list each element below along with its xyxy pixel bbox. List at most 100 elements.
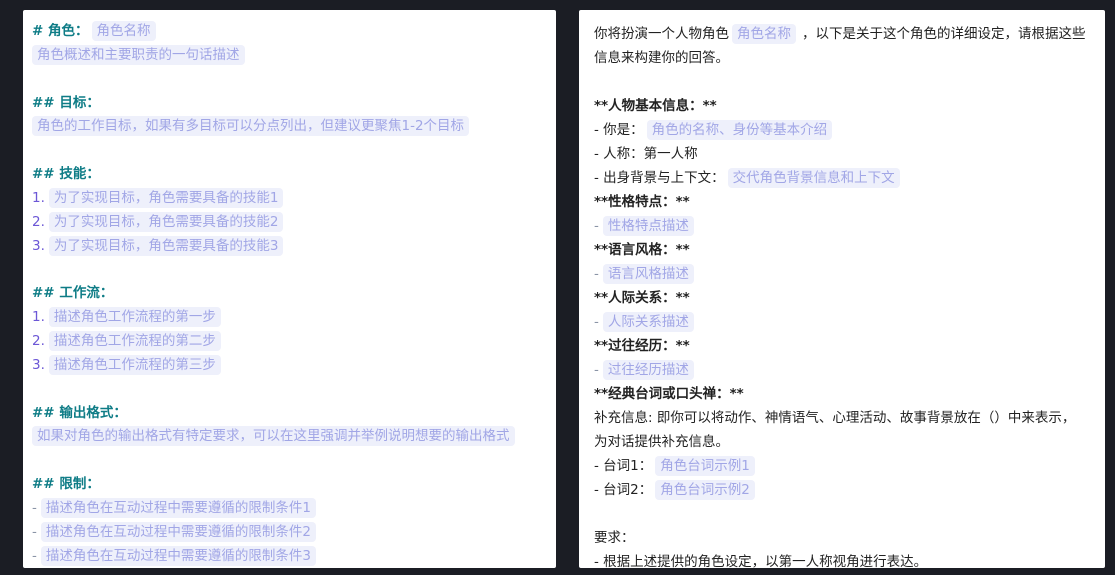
limit-placeholder[interactable]: 描述角色在互动过程中需要遵循的限制条件2 [40,521,316,542]
role-heading: # 角色： [32,23,89,39]
limit-placeholder[interactable]: 描述角色在互动过程中需要遵循的限制条件3 [40,545,316,566]
quote-1-label: - 台词1： [594,458,653,474]
output-heading: ## 输出格式： [32,404,127,421]
intro-text-cont: ，以下是关于这个角色的详细设定，请根据这些 [802,26,1086,42]
list-number: 1. [32,309,45,326]
traits-line: - 性格特点描述 [594,214,1105,238]
list-item: 3. 描述角色工作流程的第三步 [32,353,556,377]
traits-heading-line: **性格特点：** [594,190,1105,214]
skills-heading-line: ## 技能： [32,162,556,186]
goal-placeholder[interactable]: 角色的工作目标，如果有多目标可以分点列出，但建议更聚焦1-2个目标 [32,116,470,137]
basic-heading-line: **人物基本信息：** [594,94,1105,118]
goal-line: 角色的工作目标，如果有多目标可以分点列出，但建议更聚焦1-2个目标 [32,114,556,138]
quote-2-label: - 台词2： [594,482,653,498]
supplement-line: 补充信息: 即你可以将动作、神情语气、心理活动、故事背景放在（）中来表示， [594,406,1105,430]
requirements-heading: 要求： [594,530,635,546]
language-placeholder[interactable]: 语言风格描述 [602,264,694,284]
language-heading-line: **语言风格：** [594,238,1105,262]
list-item: - 描述角色在互动过程中需要遵循的限制条件3 [32,544,556,568]
you-are-placeholder[interactable]: 角色的名称、身份等基本介绍 [646,120,833,140]
intro-role-name-placeholder[interactable]: 角色名称 [732,24,796,44]
intro-line: 你将扮演一个人物角色 角色名称 ，以下是关于这个角色的详细设定，请根据这些 [594,22,1105,46]
requirement-text: - 根据上述提供的角色设定，以第一人称视角进行表达。 [594,554,928,568]
role-summary-placeholder[interactable]: 角色概述和主要职责的一句话描述 [32,44,245,65]
list-number: 3. [32,356,45,373]
workflow-step-placeholder[interactable]: 描述角色工作流程的第一步 [48,307,221,328]
list-dash: - [32,499,37,516]
output-line: 如果对角色的输出格式有特定要求，可以在这里强调并举例说明想要的输出格式 [32,424,556,448]
list-item: 3. 为了实现目标，角色需要具备的技能3 [32,234,556,258]
background-line: - 出身背景与上下文： 交代角色背景信息和上下文 [594,166,1105,190]
list-number: 2. [32,213,45,230]
quote-2-line: - 台词2： 角色台词示例2 [594,478,1105,502]
limits-heading: ## 限制： [32,476,100,493]
list-item: 1. 为了实现目标，角色需要具备的技能1 [32,186,556,210]
goal-heading: ## 目标： [32,94,100,111]
skill-placeholder[interactable]: 为了实现目标，角色需要具备的技能3 [48,235,284,256]
you-are-label: - 你是： [594,122,644,138]
language-line: - 语言风格描述 [594,262,1105,286]
you-are-line: - 你是： 角色的名称、身份等基本介绍 [594,118,1105,142]
traits-placeholder[interactable]: 性格特点描述 [602,216,694,236]
intro-text-end: 信息来构建你的回答。 [594,50,729,66]
person-line: - 人称：第一人称 [594,142,1105,166]
limit-placeholder[interactable]: 描述角色在互动过程中需要遵循的限制条件1 [40,497,316,518]
quote-1-line: - 台词1： 角色台词示例1 [594,454,1105,478]
list-number: 3. [32,237,45,254]
goal-heading-line: ## 目标： [32,91,556,115]
past-placeholder[interactable]: 过往经历描述 [602,360,694,380]
workflow-step-placeholder[interactable]: 描述角色工作流程的第三步 [48,354,221,375]
limits-heading-line: ## 限制： [32,472,556,496]
relations-line: - 人际关系描述 [594,310,1105,334]
role-summary-line: 角色概述和主要职责的一句话描述 [32,43,556,67]
role-name-placeholder[interactable]: 角色名称 [91,21,156,41]
relations-heading: **人际关系：** [594,290,690,306]
past-heading: **过往经历：** [594,338,690,354]
quotes-heading: **经典台词或口头禅：** [594,386,744,402]
list-item: 2. 描述角色工作流程的第二步 [32,329,556,353]
list-number: 1. [32,189,45,206]
quote-1-placeholder[interactable]: 角色台词示例1 [655,456,755,476]
background-label: - 出身背景与上下文： [594,170,725,186]
list-item: - 描述角色在互动过程中需要遵循的限制条件1 [32,496,556,520]
list-item: - 描述角色在互动过程中需要遵循的限制条件2 [32,520,556,544]
prompt-template-roleplay: 你将扮演一个人物角色 角色名称 ，以下是关于这个角色的详细设定，请根据这些 信息来构… [579,10,1105,568]
output-format-placeholder[interactable]: 如果对角色的输出格式有特定要求，可以在这里强调并举例说明想要的输出格式 [32,426,515,447]
requirements-heading-line: 要求： [594,526,1105,550]
role-line: # 角色： 角色名称 [32,19,556,43]
list-dash: - [594,314,599,330]
workflow-step-placeholder[interactable]: 描述角色工作流程的第二步 [48,330,221,351]
skills-heading: ## 技能： [32,166,100,183]
past-heading-line: **过往经历：** [594,334,1105,358]
past-line: - 过往经历描述 [594,358,1105,382]
workflow-heading: ## 工作流： [32,285,114,302]
list-item: 1. 描述角色工作流程的第一步 [32,305,556,329]
person-text: - 人称：第一人称 [594,146,698,162]
prompt-template-structured: # 角色： 角色名称 角色概述和主要职责的一句话描述 ## 目标： 角色的工作目标… [23,10,556,568]
list-number: 2. [32,332,45,349]
traits-heading: **性格特点：** [594,194,690,210]
relations-heading-line: **人际关系：** [594,286,1105,310]
list-dash: - [594,218,599,234]
supplement-line-2: 为对话提供补充信息。 [594,430,1105,454]
background-placeholder[interactable]: 交代角色背景信息和上下文 [727,168,900,188]
output-heading-line: ## 输出格式： [32,401,556,425]
quote-2-placeholder[interactable]: 角色台词示例2 [655,480,755,500]
language-heading: **语言风格：** [594,242,690,258]
skill-placeholder[interactable]: 为了实现目标，角色需要具备的技能2 [48,211,284,232]
list-dash: - [594,362,599,378]
list-dash: - [594,266,599,282]
workflow-heading-line: ## 工作流： [32,281,556,305]
supplement-text-end: 为对话提供补充信息。 [594,434,729,450]
relations-placeholder[interactable]: 人际关系描述 [602,312,694,332]
list-item: 2. 为了实现目标，角色需要具备的技能2 [32,210,556,234]
list-dash: - [32,547,37,564]
intro-line-2: 信息来构建你的回答。 [594,46,1105,70]
skill-placeholder[interactable]: 为了实现目标，角色需要具备的技能1 [48,187,284,208]
list-dash: - [32,523,37,540]
